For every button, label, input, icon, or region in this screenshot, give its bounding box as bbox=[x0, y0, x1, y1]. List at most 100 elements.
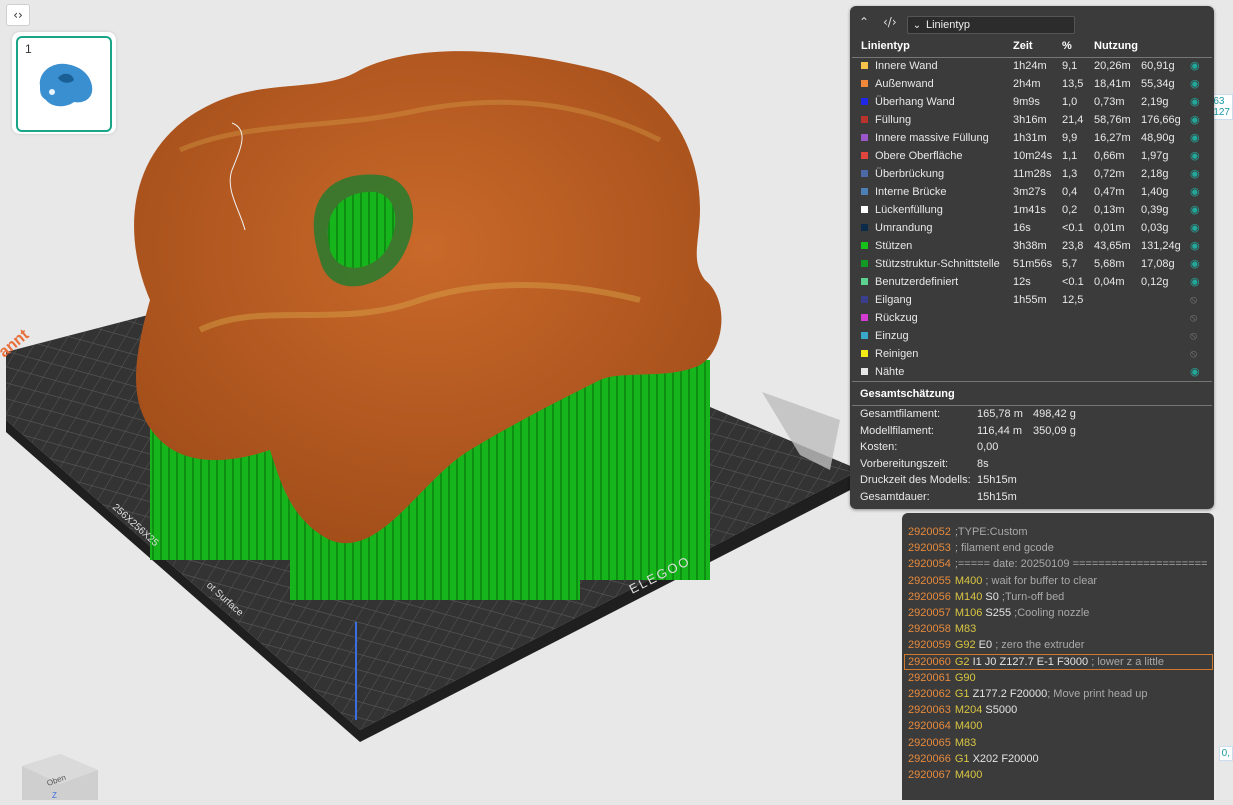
eye-icon[interactable]: ◉ bbox=[1190, 147, 1200, 165]
eye-icon[interactable]: ◉ bbox=[1190, 111, 1200, 129]
gcode-line-selected[interactable]: 2920060 G2 I1 J0 Z127.7 E-1 F3000 ; lower… bbox=[904, 653, 1213, 670]
legend-row[interactable]: Füllung 3h16m 21,4 58,76m 176,66g ◉ bbox=[850, 111, 1214, 129]
color-swatch bbox=[861, 116, 868, 123]
legend-row[interactable]: Einzug ⦸ bbox=[850, 327, 1214, 345]
legend-row[interactable]: Umrandung 16s <0.1 0,01m 0,03g ◉ bbox=[850, 219, 1214, 237]
gcode-line[interactable]: 2920061 G90 bbox=[908, 670, 1208, 686]
summary-label: Gesamtdauer: bbox=[860, 490, 930, 503]
gcode-line[interactable]: 2920058 M83 bbox=[908, 621, 1208, 637]
gcode-line[interactable]: 2920064 M400 bbox=[908, 718, 1208, 734]
gcode-line[interactable]: 2920059 G92 E0 ; zero the extruder bbox=[908, 637, 1208, 653]
line-type-length: 0,72m bbox=[1094, 168, 1125, 180]
line-type-length: 0,01m bbox=[1094, 222, 1125, 234]
gcode-line[interactable]: 2920062 G1 Z177.2 F20000; Move print head… bbox=[908, 686, 1208, 702]
eye-icon[interactable]: ◉ bbox=[1190, 273, 1200, 291]
summary-label: Modellfilament: bbox=[860, 424, 934, 437]
eye-off-icon[interactable]: ⦸ bbox=[1190, 345, 1197, 363]
view-type-dropdown[interactable]: ⌄ Linientyp bbox=[907, 16, 1075, 34]
gcode-toggle-icon[interactable]: ‹/› bbox=[883, 15, 897, 29]
eye-icon[interactable]: ◉ bbox=[1190, 183, 1200, 201]
gcode-viewer-panel[interactable]: 2920052 ;TYPE:Custom 2920053; filament end… bbox=[902, 513, 1214, 800]
legend-row[interactable]: Stützstruktur-Schnittstelle 51m56s 5,7 5,68… bbox=[850, 255, 1214, 273]
legend-row[interactable]: Rückzug ⦸ bbox=[850, 309, 1214, 327]
gcode-line[interactable]: 2920053; filament end gcode bbox=[908, 540, 1208, 556]
line-type-length: 0,13m bbox=[1094, 204, 1125, 216]
gcode-line[interactable]: 2920054 ;===== date: 20250109 ===========… bbox=[908, 556, 1208, 572]
line-type-time: 1h55m bbox=[1013, 294, 1047, 306]
gcode-line[interactable]: 2920056 M140 S0 ;Turn-off bed bbox=[908, 589, 1208, 605]
collapse-panel-icon[interactable]: ⌃ bbox=[859, 15, 869, 29]
legend-row[interactable]: Außenwand 2h4m 13,5 18,41m 55,34g ◉ bbox=[850, 75, 1214, 93]
legend-row[interactable]: Überhang Wand 9m9s 1,0 0,73m 2,19g ◉ bbox=[850, 93, 1214, 111]
legend-row[interactable]: Lückenfüllung 1m41s 0,2 0,13m 0,39g ◉ bbox=[850, 201, 1214, 219]
eye-icon[interactable]: ◉ bbox=[1190, 57, 1200, 75]
line-type-name: Außenwand bbox=[875, 78, 934, 90]
line-type-weight: 0,12g bbox=[1141, 276, 1169, 288]
eye-off-icon[interactable]: ⦸ bbox=[1190, 291, 1197, 309]
gcode-line[interactable]: 2920065 M83 bbox=[908, 735, 1208, 751]
collapse-sidebar-button[interactable]: ‹› bbox=[6, 4, 30, 26]
summary-title: Gesamtschätzung bbox=[860, 388, 955, 400]
summary-row: Vorbereitungszeit: 8s bbox=[850, 456, 1214, 472]
legend-row[interactable]: Überbrückung 11m28s 1,3 0,72m 2,18g ◉ bbox=[850, 165, 1214, 183]
plate-thumbnail[interactable]: 1 bbox=[16, 36, 112, 132]
legend-row[interactable]: Interne Brücke 3m27s 0,4 0,47m 1,40g ◉ bbox=[850, 183, 1214, 201]
gcode-line[interactable]: 2920055 M400 ; wait for buffer to clear bbox=[908, 573, 1208, 589]
gcode-line[interactable]: 2920052 ;TYPE:Custom bbox=[908, 524, 1208, 540]
summary-row: Druckzeit des Modells: 15h15m bbox=[850, 472, 1214, 488]
gcode-token: ;===== date: 20250109 ==================… bbox=[954, 558, 1208, 571]
line-type-weight: 131,24g bbox=[1141, 240, 1181, 252]
eye-icon[interactable]: ◉ bbox=[1190, 75, 1200, 93]
gcode-line-number: 2920055 bbox=[908, 574, 951, 587]
legend-row[interactable]: Innere Wand 1h24m 9,1 20,26m 60,91g ◉ bbox=[850, 57, 1214, 75]
gcode-line[interactable]: 2920066 G1 X202 F20000 bbox=[908, 751, 1208, 767]
legend-row[interactable]: Reinigen ⦸ bbox=[850, 345, 1214, 363]
summary-label: Druckzeit des Modells: bbox=[860, 474, 971, 486]
line-type-percent: 5,7 bbox=[1062, 258, 1078, 270]
eye-off-icon[interactable]: ⦸ bbox=[1190, 327, 1197, 345]
eye-icon[interactable]: ◉ bbox=[1190, 255, 1200, 273]
line-type-weight: 17,08g bbox=[1141, 258, 1175, 270]
gcode-token: G2 bbox=[954, 655, 970, 668]
line-type-weight: 0,39g bbox=[1141, 204, 1169, 216]
eye-icon[interactable]: ◉ bbox=[1190, 93, 1200, 111]
eye-off-icon[interactable]: ⦸ bbox=[1190, 309, 1197, 327]
line-type-name: Eilgang bbox=[875, 294, 912, 306]
legend-row[interactable]: Innere massive Füllung 1h31m 9,9 16,27m 48,9… bbox=[850, 129, 1214, 147]
eye-icon[interactable]: ◉ bbox=[1190, 129, 1200, 147]
gcode-line[interactable]: 2920067 M400 bbox=[908, 767, 1208, 783]
gcode-line[interactable]: 2920057 M106 S255 ;Cooling nozzle bbox=[908, 605, 1208, 621]
gcode-token: S0 bbox=[982, 590, 999, 603]
summary-value-secondary: 498,42 g bbox=[1033, 408, 1076, 420]
gcode-token: M400 bbox=[954, 769, 983, 781]
eye-icon[interactable]: ◉ bbox=[1190, 363, 1200, 381]
legend-row[interactable]: Benutzerdefiniert 12s <0.1 0,04m 0,12g ◉ bbox=[850, 273, 1214, 291]
eye-icon[interactable]: ◉ bbox=[1190, 219, 1200, 237]
eye-icon[interactable]: ◉ bbox=[1190, 237, 1200, 255]
gcode-token: G1 bbox=[954, 688, 970, 700]
line-type-weight: 60,91g bbox=[1141, 60, 1175, 72]
line-type-name: Innere Wand bbox=[875, 60, 938, 72]
line-type-weight: 0,03g bbox=[1141, 222, 1169, 234]
view-cube[interactable]: Oben Z bbox=[20, 754, 100, 805]
eye-icon[interactable]: ◉ bbox=[1190, 201, 1200, 219]
line-type-length: 0,66m bbox=[1094, 150, 1125, 162]
summary-label: Gesamtfilament: bbox=[860, 408, 941, 420]
line-type-percent: 9,9 bbox=[1062, 132, 1078, 144]
line-type-percent: 0,2 bbox=[1062, 204, 1078, 216]
gcode-line-number: 2920060 bbox=[908, 655, 951, 668]
gcode-token: ; filament end gcode bbox=[954, 542, 1054, 555]
line-type-time: 16s bbox=[1013, 222, 1031, 234]
legend-row[interactable]: Nähte ◉ bbox=[850, 363, 1214, 381]
legend-row[interactable]: Stützen 3h38m 23,8 43,65m 131,24g ◉ bbox=[850, 237, 1214, 255]
legend-row[interactable]: Eilgang 1h55m 12,5 ⦸ bbox=[850, 291, 1214, 309]
color-swatch bbox=[861, 350, 868, 357]
line-type-time: 1h24m bbox=[1013, 60, 1047, 72]
gcode-line-number: 2920066 bbox=[908, 752, 951, 765]
gcode-line[interactable]: 2920063 M204 S5000 bbox=[908, 702, 1208, 718]
color-swatch bbox=[861, 296, 868, 303]
gcode-token: Z177.2 F20000 bbox=[969, 688, 1048, 700]
legend-row[interactable]: Obere Oberfläche 10m24s 1,1 0,66m 1,97g ◉ bbox=[850, 147, 1214, 165]
chevron-down-icon: ⌄ bbox=[912, 20, 922, 31]
eye-icon[interactable]: ◉ bbox=[1190, 165, 1200, 183]
